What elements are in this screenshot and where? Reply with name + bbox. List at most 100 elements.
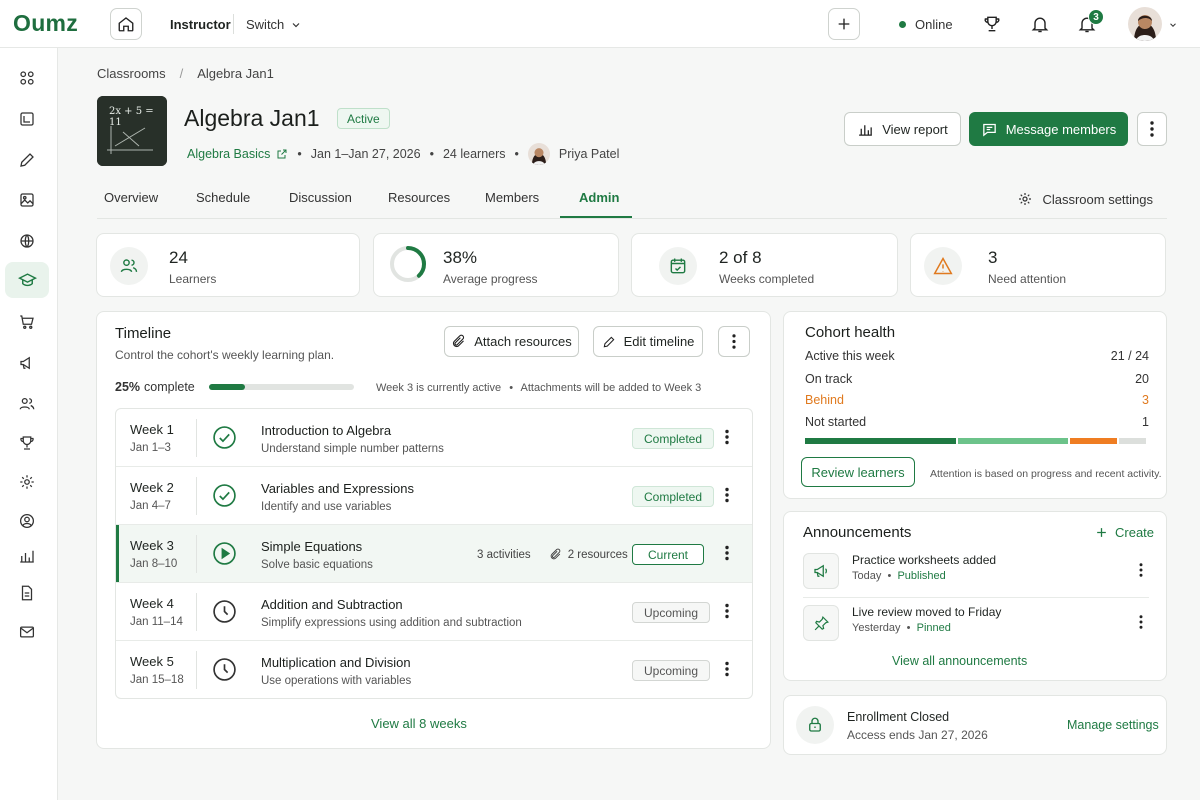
week-status-badge: Completed [632,486,715,507]
online-status[interactable]: Online [899,17,953,32]
week-row[interactable]: Week 2 Jan 4–7 Variables and Expressions… [116,467,752,525]
week-label: Week 3 [130,538,174,553]
stat-card-weeks: 2 of 8 Weeks completed [631,233,898,297]
classroom-dates: Jan 1–Jan 27, 2026 [310,147,421,161]
more-vertical-icon[interactable] [720,661,734,677]
tab-members[interactable]: Members [485,190,539,205]
add-button[interactable] [828,8,860,40]
bell-icon[interactable] [1030,14,1050,34]
calendar-check-icon [670,258,686,274]
progress-fill [209,384,246,390]
divider [196,593,197,631]
trophy-icon[interactable] [982,14,1002,34]
announcements-title: Announcements [803,524,912,541]
header-more-button[interactable] [1137,112,1167,146]
check-circle-icon [213,426,236,449]
week-label: Week 1 [130,422,174,437]
instructor-name[interactable]: Priya Patel [559,147,619,161]
enrollment-subtitle: Access ends Jan 27, 2026 [847,728,988,742]
week-row[interactable]: Week 1 Jan 1–3 Introduction to Algebra U… [116,409,752,467]
week-row-current[interactable]: Week 3 Jan 8–10 Simple Equations Solve b… [116,525,752,583]
sidebar-item-analytics[interactable] [5,538,49,574]
week-title: Multiplication and Division [261,655,411,670]
plus-icon [838,18,850,30]
meta-dot: • [297,147,302,161]
account-chevron-icon[interactable] [1168,20,1178,30]
sidebar-item-dashboard[interactable] [5,60,49,96]
view-report-button[interactable]: View report [844,112,961,146]
sidebar-item-settings[interactable] [5,464,49,500]
app-logo[interactable]: Oumz [13,10,78,37]
more-vertical-icon[interactable] [720,429,734,445]
online-dot [899,21,906,28]
enrollment-title: Enrollment Closed [847,710,950,724]
sidebar-item-edit[interactable] [5,142,49,178]
chart-square-icon [20,112,34,126]
sidebar-item-explore[interactable] [5,223,49,259]
sidebar-item-announcements[interactable] [5,345,49,381]
divider [196,477,197,515]
meta-dot: • [429,147,434,161]
tab-bar: Overview Schedule Discussion Resources M… [97,184,1167,218]
stat-value: 2 of 8 [719,248,762,267]
tab-resources[interactable]: Resources [388,190,450,205]
sidebar-item-media[interactable] [5,182,49,218]
more-vertical-icon[interactable] [1139,615,1143,629]
timeline-more-button[interactable] [718,326,750,357]
view-all-weeks-link[interactable]: View all 8 weeks [371,716,467,731]
manage-settings-link[interactable]: Manage settings [1067,718,1159,732]
user-avatar[interactable] [1128,7,1162,41]
sidebar-item-messages[interactable] [5,614,49,650]
attach-resources-button[interactable]: Attach resources [444,326,579,357]
chevron-down-icon [292,22,300,27]
users-icon [120,259,138,273]
trophy-icon [20,436,34,450]
more-vertical-icon[interactable] [720,545,734,561]
edit-timeline-button[interactable]: Edit timeline [593,326,703,357]
tab-discussion[interactable]: Discussion [289,190,352,205]
week-row[interactable]: Week 4 Jan 11–14 Addition and Subtractio… [116,583,752,641]
more-vertical-icon[interactable] [720,603,734,619]
attachments-note: Attachments will be added to Week 3 [520,382,702,394]
sidebar-item-achievements[interactable] [5,425,49,461]
announcement-item[interactable]: Live review moved to Friday Yesterday • … [803,601,1149,649]
week-dates: Jan 4–7 [130,500,171,512]
sidebar-item-people[interactable] [5,386,49,422]
view-report-label: View report [882,121,948,137]
health-value: 20 [1135,372,1149,386]
announcement-title: Practice worksheets added [852,553,997,567]
sidebar-item-classrooms[interactable] [5,262,49,298]
sidebar-item-profile[interactable] [5,503,49,539]
tab-schedule[interactable]: Schedule [196,190,250,205]
current-indicator [116,525,119,582]
page-title: Algebra Jan1 [184,105,320,131]
week-row[interactable]: Week 5 Jan 15–18 Multiplication and Divi… [116,641,752,698]
create-announcement-button[interactable]: Create [1095,525,1154,540]
image-icon [20,193,34,207]
home-button[interactable] [110,8,142,40]
cart-icon [20,315,34,329]
more-vertical-icon[interactable] [1139,563,1143,577]
switch-dropdown[interactable]: Switch [246,17,302,32]
sidebar-item-documents[interactable] [5,575,49,611]
breadcrumb-classrooms[interactable]: Classrooms [97,66,166,81]
online-label: Online [915,17,953,32]
sidebar-item-store[interactable] [5,304,49,340]
course-link[interactable]: Algebra Basics [187,147,288,161]
tab-overview[interactable]: Overview [104,190,158,205]
warning-icon-wrap [924,247,962,285]
status-badge: Active [337,108,390,129]
classroom-settings-link[interactable]: Classroom settings [1017,191,1153,207]
week-subtitle: Solve basic equations [261,559,373,571]
announcement-when: Today [852,570,882,582]
stat-label: Weeks completed [719,272,815,286]
view-all-announcements-link[interactable]: View all announcements [892,654,1027,668]
message-members-button[interactable]: Message members [969,112,1128,146]
more-vertical-icon[interactable] [720,487,734,503]
announcement-item[interactable]: Practice worksheets added Today • Publis… [803,549,1149,597]
review-learners-button[interactable]: Review learners [801,457,915,487]
health-bar-segment [1070,438,1118,444]
sidebar-item-reports[interactable] [5,101,49,137]
users-icon-wrap [110,247,148,285]
tab-admin[interactable]: Admin [579,190,619,205]
